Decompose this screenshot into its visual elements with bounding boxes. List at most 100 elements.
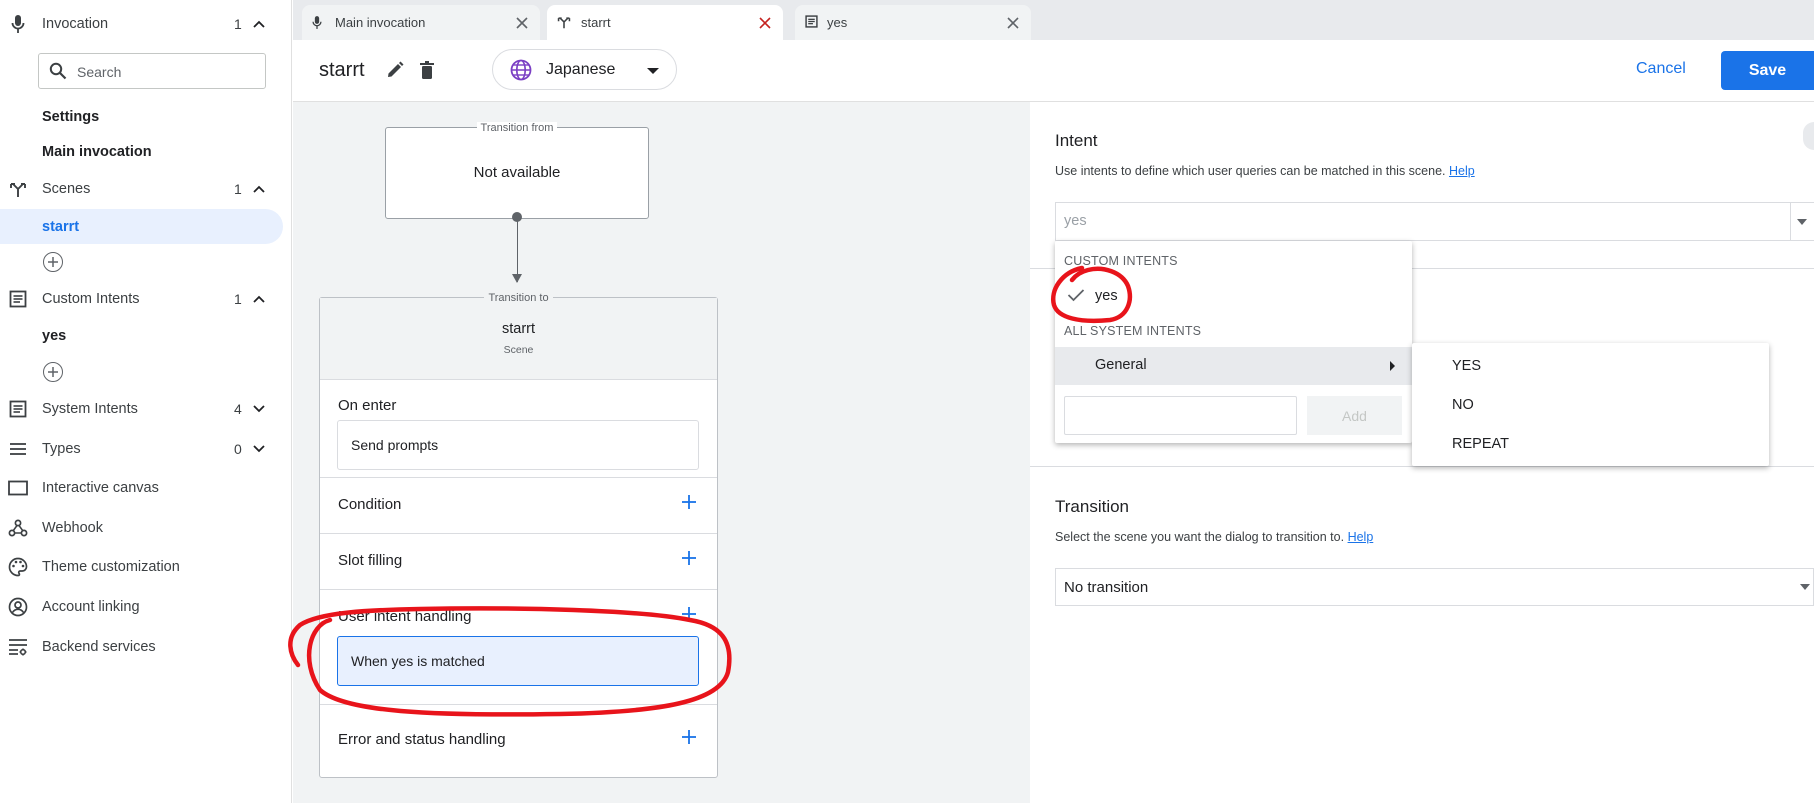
transition-from-caption: Transition from — [476, 122, 558, 134]
section-condition[interactable]: Condition — [320, 478, 717, 534]
sidebar-item-backend-services[interactable]: Backend services — [0, 627, 292, 667]
submenu-item-repeat[interactable]: REPEAT — [1412, 427, 1769, 463]
sidebar-section-count: 1 — [234, 291, 242, 307]
save-button[interactable]: Save — [1721, 51, 1814, 90]
intent-help-link[interactable]: Help — [1449, 164, 1475, 178]
language-select[interactable]: Japanese — [492, 49, 677, 90]
backend-icon — [8, 637, 28, 657]
sidebar-item-starrt[interactable]: starrt — [42, 219, 79, 235]
section-user-intent-handling[interactable]: User intent handling When yes is matched — [320, 590, 717, 705]
sidebar-section-scenes[interactable]: Scenes 1 — [0, 169, 292, 209]
sidebar-section-label: Scenes — [42, 181, 91, 197]
panel-handle[interactable] — [1803, 122, 1814, 150]
tab-starrt[interactable]: starrt — [547, 5, 783, 40]
mic-icon — [312, 15, 322, 33]
scene-card-header[interactable]: Transition to starrt Scene — [320, 292, 717, 380]
arrow-down-icon — [512, 274, 522, 283]
sidebar-section-label: System Intents — [42, 401, 138, 417]
add-intent-button[interactable]: Add — [1307, 396, 1402, 435]
transition-help-link[interactable]: Help — [1348, 530, 1374, 544]
new-intent-input[interactable] — [1064, 396, 1297, 435]
intent-title: Intent — [1055, 131, 1098, 150]
arrow-right-icon — [1390, 361, 1395, 371]
menu-item-label: General — [1095, 357, 1147, 373]
sidebar-section-invocation[interactable]: Invocation 1 — [0, 4, 292, 44]
sidebar-section-types[interactable]: Types 0 — [0, 429, 292, 469]
add-condition-icon[interactable] — [682, 495, 696, 512]
chevron-up-icon[interactable] — [252, 182, 266, 196]
submenu-item-yes[interactable]: YES — [1412, 349, 1769, 385]
caret-down-icon — [1800, 584, 1810, 590]
sidebar-section-label: Invocation — [42, 16, 109, 32]
sidebar-item-theme-customization[interactable]: Theme customization — [0, 547, 292, 587]
tab-label: starrt — [581, 15, 611, 30]
add-slot-icon[interactable] — [682, 551, 696, 568]
chevron-up-icon[interactable] — [252, 292, 266, 306]
sidebar-item-settings[interactable]: Settings — [42, 109, 99, 125]
chevron-up-icon[interactable] — [252, 17, 266, 31]
tab-yes[interactable]: yes — [795, 5, 1031, 40]
send-prompts-box[interactable]: Send prompts — [337, 420, 699, 470]
sidebar-item-main-invocation[interactable]: Main invocation — [42, 144, 152, 160]
account-icon — [8, 597, 28, 617]
sidebar: Invocation 1 Settings Main invocation Sc… — [0, 0, 292, 803]
search-input[interactable] — [77, 62, 257, 82]
divider — [1030, 466, 1814, 467]
transition-from-box: Transition from Not available — [385, 122, 649, 219]
chevron-down-icon[interactable] — [252, 402, 266, 416]
delete-icon[interactable] — [417, 60, 437, 83]
scene-card: Transition to starrt Scene On enter Send… — [319, 292, 718, 778]
close-icon[interactable] — [516, 16, 528, 32]
menu-item-label: yes — [1095, 288, 1118, 304]
cancel-button[interactable]: Cancel — [1636, 60, 1686, 78]
sidebar-item-label: Theme customization — [42, 559, 180, 575]
search-field[interactable] — [38, 53, 266, 89]
add-intent-handler-icon[interactable] — [682, 607, 696, 624]
sidebar-section-custom-intents[interactable]: Custom Intents 1 — [0, 279, 292, 319]
types-icon — [8, 439, 28, 459]
add-intent-icon[interactable] — [43, 362, 63, 382]
transition-description-text: Select the scene you want the dialog to … — [1055, 530, 1345, 544]
close-icon[interactable] — [759, 16, 771, 32]
list-icon — [805, 15, 818, 31]
tab-bar: Main invocation starrt yes — [293, 0, 1814, 40]
section-on-enter[interactable]: On enter Send prompts — [320, 380, 717, 478]
sidebar-item-interactive-canvas[interactable]: Interactive canvas — [0, 468, 292, 508]
transition-select-value: No transition — [1064, 579, 1149, 596]
intent-dropdown-toggle[interactable] — [1791, 202, 1814, 241]
chevron-down-icon[interactable] — [252, 442, 266, 456]
add-error-handler-icon[interactable] — [682, 730, 696, 747]
sidebar-section-system-intents[interactable]: System Intents 4 — [0, 389, 292, 429]
edit-icon[interactable] — [385, 60, 405, 83]
section-label: Condition — [338, 496, 402, 513]
menu-item-general[interactable]: General — [1055, 347, 1412, 385]
section-label: Error and status handling — [338, 731, 506, 748]
custom-intents-header: CUSTOM INTENTS — [1064, 254, 1178, 268]
transition-to-caption: Transition to — [484, 292, 553, 304]
section-label: Slot filling — [338, 552, 403, 569]
submenu-item-no[interactable]: NO — [1412, 388, 1769, 424]
sidebar-section-label: Types — [42, 441, 81, 457]
transition-from-value: Not available — [473, 164, 561, 181]
sidebar-item-webhook[interactable]: Webhook — [0, 508, 292, 548]
section-error-status-handling[interactable]: Error and status handling — [320, 705, 717, 777]
sidebar-item-label: Webhook — [42, 520, 103, 536]
intent-input-value: yes — [1064, 213, 1087, 229]
search-icon — [49, 62, 67, 83]
sidebar-item-label: Backend services — [42, 639, 156, 655]
add-scene-icon[interactable] — [43, 252, 63, 272]
sidebar-item-account-linking[interactable]: Account linking — [0, 587, 292, 627]
list-icon — [8, 399, 28, 419]
transition-select[interactable]: No transition — [1055, 568, 1814, 606]
close-icon[interactable] — [1007, 16, 1019, 32]
sidebar-section-count: 1 — [234, 16, 242, 32]
intent-handler-label: When yes is matched — [351, 653, 485, 669]
intent-input[interactable]: yes — [1055, 202, 1791, 241]
intent-handler-box[interactable]: When yes is matched — [337, 636, 699, 686]
sidebar-item-yes[interactable]: yes — [42, 328, 66, 344]
menu-item-yes[interactable]: yes — [1055, 279, 1412, 315]
tab-main-invocation[interactable]: Main invocation — [302, 5, 540, 40]
section-slot-filling[interactable]: Slot filling — [320, 534, 717, 590]
sidebar-section-count: 1 — [234, 181, 242, 197]
sidebar-item-label: Interactive canvas — [42, 480, 159, 496]
